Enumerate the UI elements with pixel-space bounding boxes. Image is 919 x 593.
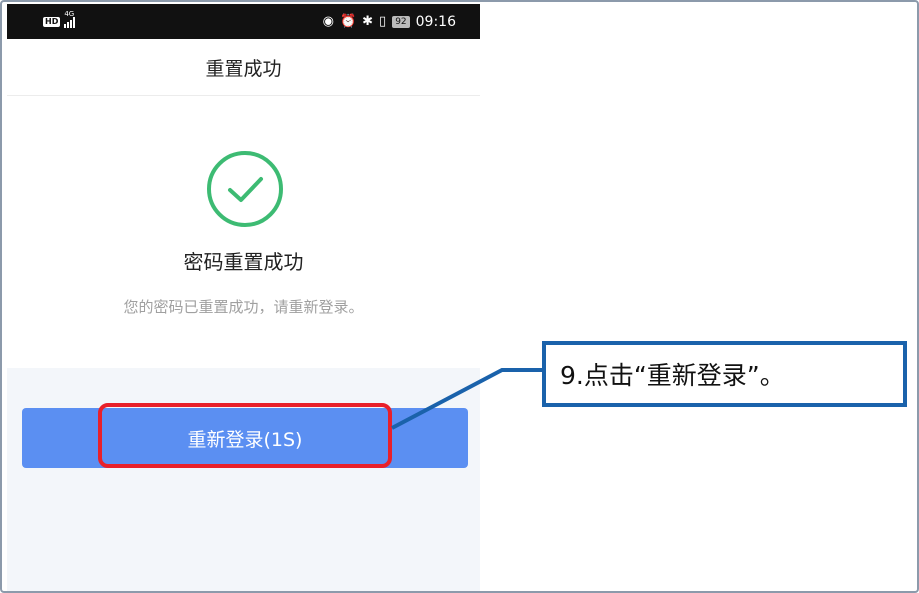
check-circle-icon xyxy=(207,151,283,227)
highlight-box xyxy=(98,403,392,468)
status-time: 09:16 xyxy=(415,13,456,30)
result-description: 您的密码已重置成功，请重新登录。 xyxy=(123,298,364,316)
bottom-action-area: 重新登录(1S) xyxy=(7,368,480,591)
alarm-icon: ⏰ xyxy=(339,14,357,29)
instruction-callout: 9.点击“重新登录”。 xyxy=(542,341,907,407)
status-bar: HD 4G ◉ ⏰ ✱ ▯ 92 09:16 xyxy=(7,4,480,39)
signal-icon: 4G xyxy=(64,10,76,28)
callout-text: 9.点击“重新登录”。 xyxy=(560,361,785,390)
phone-screen: HD 4G ◉ ⏰ ✱ ▯ 92 09:16 重置成功 密码重置成功 您的密码已… xyxy=(7,4,480,591)
vibrate-icon: ▯ xyxy=(379,14,387,29)
eye-icon: ◉ xyxy=(322,14,334,29)
status-left: HD 4G xyxy=(43,10,76,28)
bluetooth-icon: ✱ xyxy=(362,14,374,29)
page-title: 重置成功 xyxy=(205,57,282,80)
result-panel: 密码重置成功 您的密码已重置成功，请重新登录。 xyxy=(7,96,480,371)
navigation-bar: 重置成功 xyxy=(7,39,480,96)
network-type-label: 4G xyxy=(64,9,75,18)
result-title: 密码重置成功 xyxy=(183,250,304,274)
hd-icon: HD xyxy=(43,16,61,27)
status-right: ◉ ⏰ ✱ ▯ 92 09:16 xyxy=(323,14,456,30)
battery-icon: 92 xyxy=(392,15,410,28)
